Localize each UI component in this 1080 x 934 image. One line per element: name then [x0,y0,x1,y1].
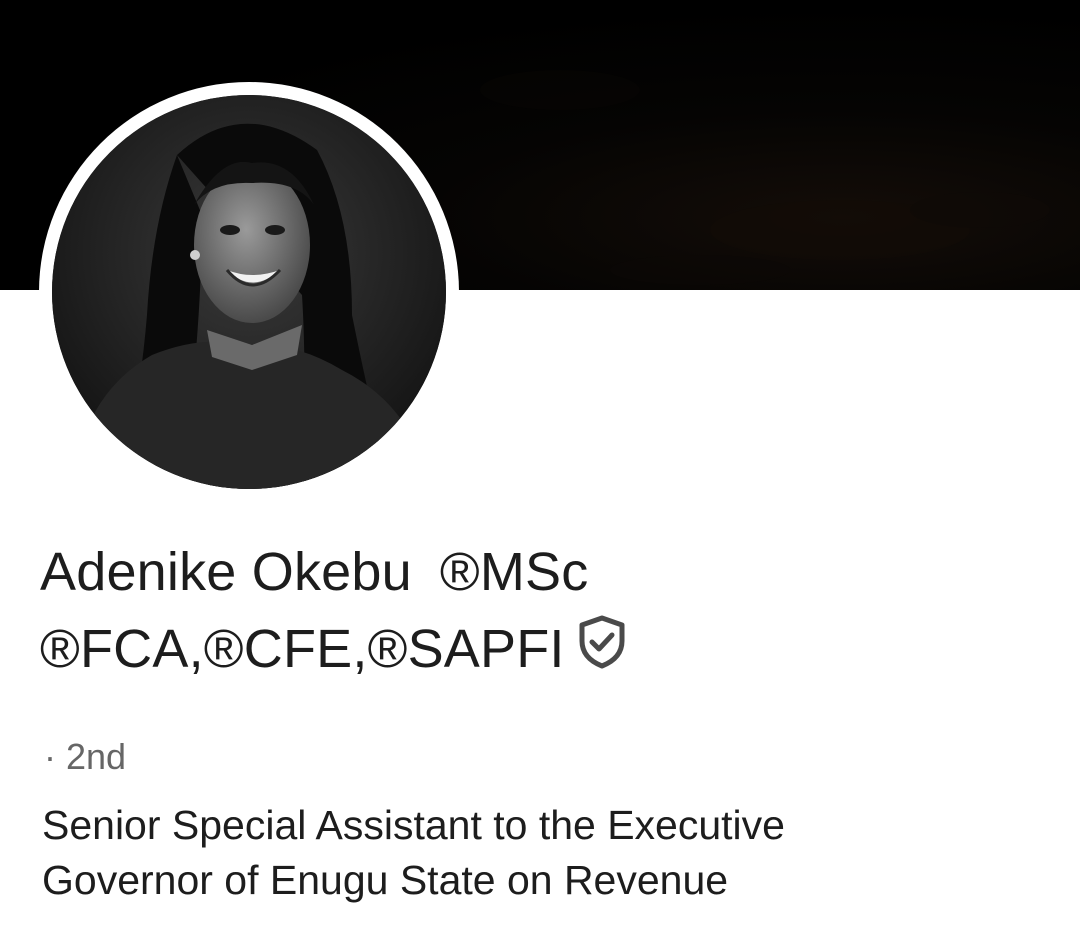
profile-headline: Senior Special Assistant to the Executiv… [42,798,1042,908]
headline-line-2: Governor of Enugu State on Revenue [42,857,729,903]
profile-name: Adenike Okebu [40,542,412,602]
profile-card: Adenike Okebu ®MSc ®FCA,®CFE,®SAPFI · 2nd… [0,0,1080,934]
profile-name-line-2: ®FCA,®CFE,®SAPFI [40,615,1050,687]
credentials-line-2: ®FCA,®CFE,®SAPFI [40,619,565,679]
headline-line-1: Senior Special Assistant to the Executiv… [42,802,785,848]
shield-check-icon[interactable] [577,615,627,683]
avatar[interactable] [52,95,446,489]
profile-name-line-1: Adenike Okebu ®MSc [40,540,1050,604]
connection-degree: · 2nd [44,736,127,777]
avatar-photo [52,95,446,489]
profile-name-block: Adenike Okebu ®MSc ®FCA,®CFE,®SAPFI [40,540,1050,687]
credentials-line-1: ®MSc [439,542,589,602]
